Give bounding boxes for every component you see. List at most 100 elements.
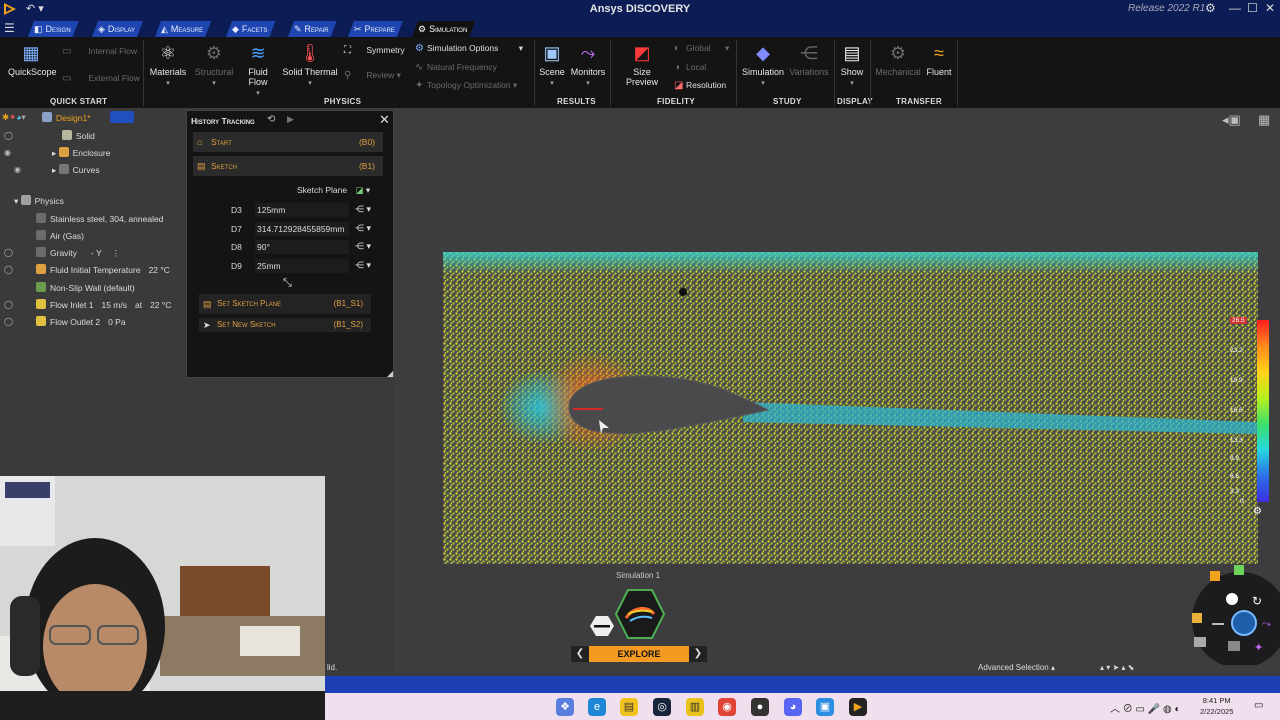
notification-icon[interactable]: ▭ bbox=[1254, 700, 1263, 711]
visibility-toggle-icon[interactable]: ◯ bbox=[4, 248, 13, 257]
history-step-start[interactable]: ⌂ Start (B0) bbox=[193, 132, 383, 152]
symmetry-button[interactable]: ⛶ Symmetry bbox=[344, 45, 405, 56]
previous-stage-button[interactable]: ❮ bbox=[571, 646, 589, 662]
history-play-icon[interactable]: ▶ bbox=[287, 114, 294, 125]
shading-icon[interactable] bbox=[1228, 641, 1240, 651]
physics-item-inlet[interactable]: Flow Inlet 1 15 m/s at 22 °C bbox=[36, 299, 171, 310]
ansys-taskbar-icon[interactable]: ▶ bbox=[849, 698, 867, 716]
orbit-center-icon[interactable] bbox=[1231, 610, 1257, 636]
steam-icon[interactable]: ◎ bbox=[653, 698, 671, 716]
local-fidelity-button[interactable]: ◑ Local bbox=[674, 62, 706, 73]
copilot-app-icon[interactable]: ❖ bbox=[556, 698, 574, 716]
close-window-button[interactable]: ✕ bbox=[1265, 1, 1275, 15]
variations-button[interactable]: ⋲ Variations bbox=[788, 42, 830, 77]
tree-root-design[interactable]: Design1* bbox=[42, 112, 91, 123]
review-button[interactable]: ⚲ Review ▾ bbox=[344, 70, 401, 81]
hamburger-menu-icon[interactable]: ☰ bbox=[4, 21, 15, 35]
tab-design[interactable]: ◧ Design bbox=[28, 21, 79, 37]
file-explorer-icon[interactable]: ▤ bbox=[620, 698, 638, 716]
natural-frequency-button[interactable]: ∿ Natural Frequency bbox=[415, 62, 497, 73]
notes-app-icon[interactable]: ▥ bbox=[686, 698, 704, 716]
selection-filter-icons[interactable]: ▴ ▾ ➤ ▴ ⬊ bbox=[1100, 663, 1134, 672]
physics-item-wall[interactable]: Non-Slip Wall (default) bbox=[36, 282, 135, 293]
tree-view-toggle-icon[interactable] bbox=[110, 111, 134, 123]
dimension-input[interactable]: 25mm bbox=[255, 259, 349, 273]
colorbar-settings-icon[interactable]: ⚙ bbox=[1253, 506, 1262, 517]
dimension-input[interactable]: 125mm bbox=[255, 203, 349, 217]
physics-item-fluid-temp[interactable]: Fluid Initial Temperature 22 °C bbox=[36, 264, 170, 275]
visibility-toggle-icon[interactable]: ◯ bbox=[4, 300, 13, 309]
tree-item-enclosure[interactable]: ▸ Enclosure bbox=[52, 147, 110, 159]
fluent-button[interactable]: ≈ Fluent bbox=[924, 42, 954, 77]
show-button[interactable]: ▤ Show ▾ bbox=[838, 42, 866, 87]
explore-stage-button[interactable]: EXPLORE bbox=[589, 646, 689, 662]
tree-collapse-icon[interactable]: ▾ bbox=[21, 112, 25, 122]
close-icon[interactable]: ✕ bbox=[379, 112, 390, 128]
tree-item-solid[interactable]: Solid bbox=[62, 130, 95, 141]
graph-icon[interactable]: ✦ bbox=[1254, 642, 1263, 654]
chrome-browser-icon[interactable]: ◉ bbox=[718, 698, 736, 716]
discord-icon[interactable]: ◕ bbox=[784, 698, 802, 716]
global-fidelity-button[interactable]: ◐ Global ▾ bbox=[674, 43, 729, 54]
simulation-status-hex[interactable] bbox=[614, 589, 666, 639]
probe-point-icon[interactable] bbox=[679, 288, 687, 296]
tab-facets[interactable]: ◆ Facets bbox=[226, 21, 275, 37]
tree-physics[interactable]: ▾ Physics bbox=[14, 195, 64, 207]
view-cube-face-icon[interactable] bbox=[1234, 565, 1244, 575]
settings-icon[interactable]: ⚙ bbox=[1205, 1, 1216, 15]
resolution-button[interactable]: ◪ Resolution bbox=[674, 80, 726, 91]
more-options-icon[interactable]: ⋮ bbox=[112, 248, 121, 258]
history-substep-set-new-sketch[interactable]: ➤ Set New Sketch (B1_S2) bbox=[199, 318, 371, 332]
visibility-toggle-icon[interactable]: ◯ bbox=[4, 317, 13, 326]
edge-browser-icon[interactable]: e bbox=[588, 698, 606, 716]
structural-button[interactable]: ⚙ Structural ▾ bbox=[193, 42, 235, 87]
next-stage-button[interactable]: ❯ bbox=[689, 646, 707, 662]
maximize-button[interactable]: ☐ bbox=[1247, 1, 1258, 15]
internal-flow-button[interactable]: ▭ Internal Flow bbox=[62, 46, 137, 57]
dimension-options-icon[interactable]: ⋲ ▾ bbox=[355, 204, 371, 215]
display-mode-icon[interactable] bbox=[1194, 637, 1206, 647]
size-preview-button[interactable]: ◩ Size Preview bbox=[617, 42, 667, 87]
fluid-flow-button[interactable]: ≋ Fluid Flow ▾ bbox=[238, 42, 278, 97]
tree-item-curves[interactable]: ▸ Curves bbox=[52, 164, 100, 176]
recording-app-icon[interactable]: ● bbox=[751, 698, 769, 716]
materials-button[interactable]: ⚛ Materials ▾ bbox=[147, 42, 189, 87]
tab-repair[interactable]: ✎ Repair bbox=[288, 21, 337, 37]
system-tray-icons[interactable]: ︿ ⊘ ▭ 🎤 ◍ ◐ bbox=[1110, 700, 1181, 715]
visibility-toggle-icon[interactable]: ◉ bbox=[4, 148, 11, 157]
taskbar-clock[interactable]: 8:41 PM 2/22/2025 bbox=[1200, 695, 1233, 717]
sketch-plane-row[interactable]: Sketch Plane ◪ ▾ bbox=[297, 185, 370, 196]
physics-item-gravity[interactable]: Gravity - Y ⋮ bbox=[36, 247, 120, 259]
dimension-options-icon[interactable]: ⋲ ▾ bbox=[355, 241, 371, 252]
monitors-button[interactable]: ⤳ Monitors ▾ bbox=[570, 42, 606, 87]
simulation-hex-control[interactable] bbox=[586, 586, 672, 642]
store-app-icon[interactable]: ▣ bbox=[816, 698, 834, 716]
colorbar-max[interactable]: 26.5 bbox=[1230, 317, 1247, 324]
tab-prepare[interactable]: ✂ Prepare bbox=[348, 21, 403, 37]
tab-measure[interactable]: ◭ Measure bbox=[155, 21, 211, 37]
solid-thermal-button[interactable]: 🌡 Solid Thermal ▾ bbox=[282, 42, 338, 87]
visibility-toggle-icon[interactable]: ◉ bbox=[14, 165, 21, 174]
view-cube-face-icon[interactable] bbox=[1192, 613, 1202, 623]
panel-resize-handle[interactable]: ◢ bbox=[387, 369, 393, 378]
section-icon[interactable]: ⤳ bbox=[1262, 618, 1271, 630]
dimension-input[interactable]: 90° bbox=[255, 240, 349, 254]
rotate-icon[interactable]: ↻ bbox=[1252, 594, 1262, 608]
zoom-icon[interactable] bbox=[1226, 593, 1238, 605]
navigation-wheel[interactable]: ↻ ⤳ ✦ bbox=[1180, 565, 1280, 665]
flow-domain[interactable] bbox=[443, 252, 1258, 564]
quickscope-button[interactable]: ▦ QuickScope bbox=[8, 42, 57, 77]
tab-display[interactable]: ◈ Display bbox=[92, 21, 143, 37]
topology-optimization-button[interactable]: ✦ Topology Optimization ▾ bbox=[415, 80, 517, 91]
simulation-options-button[interactable]: ⚙ Simulation Options ▾ bbox=[415, 43, 523, 54]
physics-item-outlet[interactable]: Flow Outlet 20 Pa bbox=[36, 316, 126, 327]
visibility-toggle-icon[interactable]: ◯ bbox=[4, 131, 13, 140]
minimize-button[interactable]: — bbox=[1229, 1, 1241, 15]
pan-icon[interactable] bbox=[1212, 623, 1224, 625]
visibility-toggle-icon[interactable]: ◯ bbox=[4, 265, 13, 274]
dimension-options-icon[interactable]: ⋲ ▾ bbox=[355, 223, 371, 234]
view-cube-icon[interactable]: ◂▣ bbox=[1222, 112, 1241, 128]
simulation-button[interactable]: ◆ Simulation ▾ bbox=[741, 42, 785, 87]
tab-simulation[interactable]: ⚙ Simulation bbox=[412, 21, 475, 37]
view-cube-face-icon[interactable] bbox=[1210, 571, 1220, 581]
